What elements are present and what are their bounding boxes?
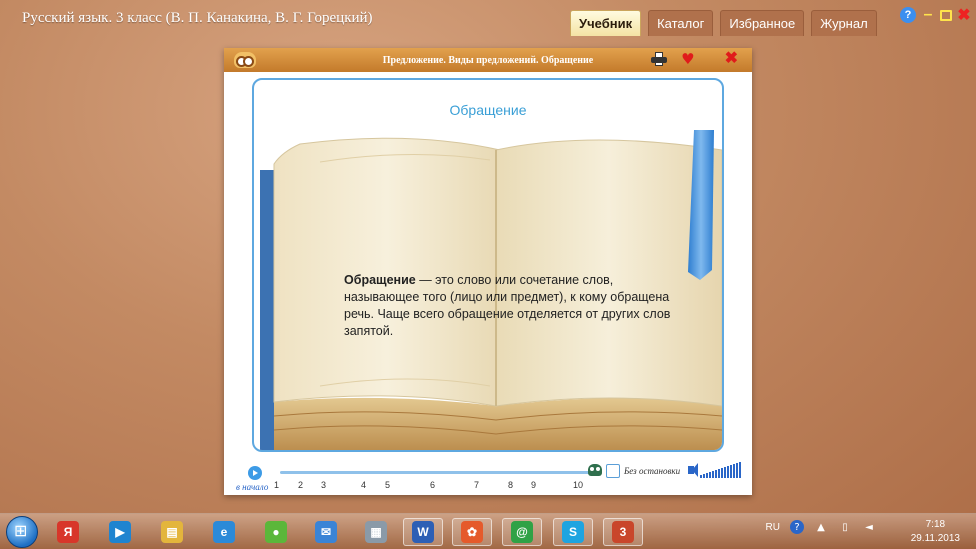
lesson-header-actions: ♥ ✖ [651, 51, 738, 67]
taskbar-item-yandex-browser[interactable]: Я [48, 518, 88, 546]
taskbar-item-mail[interactable]: ✉ [306, 518, 346, 546]
taskbar-item-mail-ru-agent[interactable]: @ [502, 518, 542, 546]
start-button[interactable] [6, 516, 38, 548]
window-controls: ? – ✖ [900, 6, 972, 24]
slide-navigation: в начало 1 2 3 4 5 6 7 8 9 10 Без остано… [224, 460, 752, 495]
definition-text: Обращение — это слово или сочетание слов… [344, 272, 674, 340]
owl-slider-knob-icon[interactable] [588, 464, 602, 476]
clock-time: 7:18 [925, 519, 946, 530]
yandex-browser-icon: Я [57, 521, 79, 543]
mail-ru-agent-icon: @ [511, 521, 533, 543]
slide-tick-8[interactable]: 8 [508, 480, 513, 490]
definition-term: Обращение [344, 273, 416, 287]
battery-icon[interactable]: ▯ [838, 520, 852, 534]
slide-tick-9[interactable]: 9 [531, 480, 536, 490]
media-app-icon: ● [265, 521, 287, 543]
textbook-app-icon: 3 [612, 521, 634, 543]
owl-logo-icon [234, 52, 256, 68]
tab-textbook[interactable]: Учебник [570, 10, 642, 36]
slide-tick-6[interactable]: 6 [430, 480, 435, 490]
top-navigation: Учебник Каталог Избранное Журнал [570, 10, 877, 36]
taskbar-item-skype[interactable]: S [553, 518, 593, 546]
help-tray-icon[interactable]: ? [790, 520, 804, 534]
word-icon: W [412, 521, 434, 543]
no-stop-checkbox[interactable] [606, 464, 620, 478]
slide-frame: Обращение Обращение — это слово или соче… [252, 78, 724, 452]
calculator-icon: ▦ [365, 521, 387, 543]
language-indicator[interactable]: RU [766, 522, 780, 533]
clock-date: 29.11.2013 [910, 533, 960, 544]
slide-heading: Обращение [449, 102, 527, 118]
help-icon[interactable]: ? [900, 7, 916, 23]
internet-explorer-icon: e [213, 521, 235, 543]
taskbar-item-media-player[interactable]: ▶ [100, 518, 140, 546]
volume-slider[interactable] [700, 462, 741, 478]
taskbar-item-file-explorer[interactable]: ▤ [152, 518, 192, 546]
taskbar-item-media-app[interactable]: ● [256, 518, 296, 546]
minimize-icon[interactable]: – [920, 6, 936, 23]
print-icon[interactable] [651, 52, 668, 66]
app-title: Русский язык. 3 класс (В. П. Канакина, В… [22, 10, 373, 26]
slide-tick-3[interactable]: 3 [321, 480, 326, 490]
media-player-icon: ▶ [109, 521, 131, 543]
no-stop-label: Без остановки [624, 466, 681, 476]
lesson-window: Предложение. Виды предложений. Обращение… [224, 48, 752, 495]
maximize-icon[interactable] [940, 9, 952, 21]
file-explorer-icon: ▤ [161, 521, 183, 543]
slide-progress-track[interactable] [280, 471, 592, 474]
taskbar-item-calculator[interactable]: ▦ [356, 518, 396, 546]
lesson-close-icon[interactable]: ✖ [725, 51, 738, 67]
slide-tick-4[interactable]: 4 [361, 480, 366, 490]
tab-journal[interactable]: Журнал [811, 10, 877, 36]
slide-tick-10[interactable]: 10 [573, 480, 583, 490]
skype-icon: S [562, 521, 584, 543]
slide-ticks: 1 2 3 4 5 6 7 8 9 10 [224, 480, 752, 492]
slide-tick-1[interactable]: 1 [274, 480, 279, 490]
taskbar-item-word[interactable]: W [403, 518, 443, 546]
slide-tick-5[interactable]: 5 [385, 480, 390, 490]
colorful-app-icon: ✿ [461, 521, 483, 543]
tab-favorites[interactable]: Избранное [720, 10, 805, 36]
chevron-up-icon[interactable]: ▲ [814, 520, 828, 534]
close-icon[interactable]: ✖ [956, 7, 972, 24]
volume-muted-icon[interactable]: ◄ [862, 520, 876, 534]
taskbar: Я ▶ ▤ e ● ✉ ▦ W ✿ @ S 3 RU ? ▲ ▯ ◄ 7:18 29.11.2013 [0, 513, 976, 549]
taskbar-item-textbook-app[interactable]: 3 [603, 518, 643, 546]
slide-tick-2[interactable]: 2 [298, 480, 303, 490]
play-icon[interactable] [248, 466, 262, 480]
clock[interactable]: 7:18 29.11.2013 [911, 518, 960, 546]
speaker-icon[interactable] [688, 463, 698, 477]
mail-icon: ✉ [315, 521, 337, 543]
open-book-illustration: Обращение — это слово или сочетание слов… [260, 130, 722, 450]
tab-catalog[interactable]: Каталог [648, 10, 714, 36]
favorite-heart-icon[interactable]: ♥ [681, 51, 694, 67]
taskbar-item-internet-explorer[interactable]: e [204, 518, 244, 546]
lesson-header: Предложение. Виды предложений. Обращение… [224, 48, 752, 72]
taskbar-item-colorful-app[interactable]: ✿ [452, 518, 492, 546]
slide-tick-7[interactable]: 7 [474, 480, 479, 490]
